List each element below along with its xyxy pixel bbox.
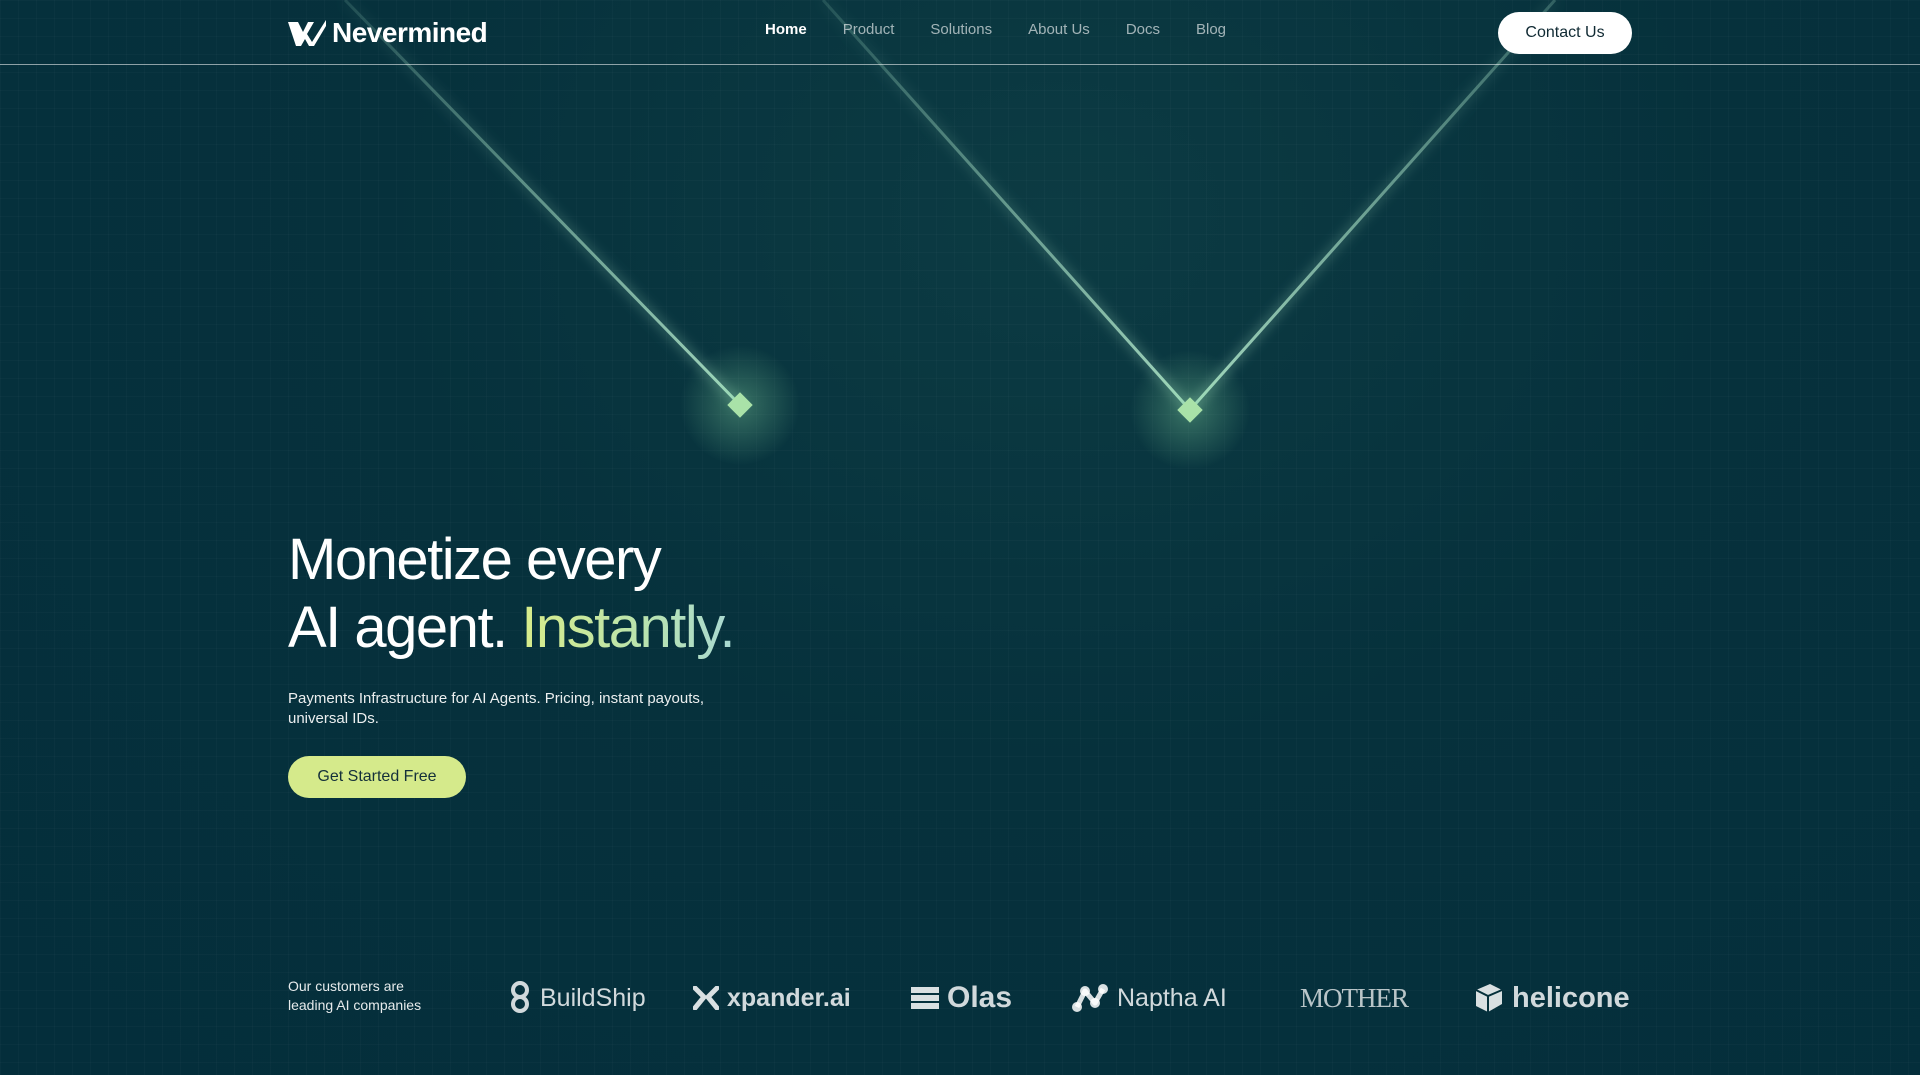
beam-glow bbox=[1130, 350, 1250, 470]
customer-name: BuildShip bbox=[540, 983, 646, 1012]
hero-title-line2: AI agent. bbox=[288, 595, 508, 660]
main-nav: Home Product Solutions About Us Docs Blo… bbox=[765, 21, 1226, 39]
brand-logo[interactable]: Nevermined bbox=[288, 17, 488, 48]
customer-logo-buildship: BuildShip bbox=[508, 978, 646, 1018]
customer-name: MOTHER bbox=[1300, 982, 1409, 1013]
beam-glow bbox=[680, 345, 800, 465]
nevermined-logo-icon bbox=[288, 20, 326, 46]
beam-diamond-node bbox=[727, 392, 753, 418]
brand-name: Nevermined bbox=[332, 17, 488, 48]
top-navbar: Nevermined Home Product Solutions About … bbox=[0, 0, 1920, 65]
page-bottom-edge bbox=[0, 1075, 1920, 1080]
customer-name: xpander.ai bbox=[727, 983, 851, 1012]
hero-subtitle: Payments Infrastructure for AI Agents. P… bbox=[288, 690, 705, 727]
get-started-button[interactable]: Get Started Free bbox=[288, 756, 466, 798]
nav-item-docs[interactable]: Docs bbox=[1126, 21, 1160, 38]
hero-title-accent: Instantly. bbox=[521, 595, 735, 660]
customer-name: helicone bbox=[1512, 981, 1630, 1014]
nav-item-about-us[interactable]: About Us bbox=[1028, 21, 1090, 38]
contact-us-button[interactable]: Contact Us bbox=[1498, 12, 1632, 54]
customer-logo-mother: MOTHER bbox=[1300, 978, 1409, 1018]
nav-item-home[interactable]: Home bbox=[765, 21, 807, 38]
customer-name: Naptha AI bbox=[1117, 983, 1227, 1012]
customer-name: Olas bbox=[947, 981, 1013, 1014]
xpander-logo-icon bbox=[693, 986, 719, 1010]
nav-item-product[interactable]: Product bbox=[843, 21, 895, 38]
beam-diamond-node bbox=[1177, 397, 1203, 423]
olas-logo-icon bbox=[911, 987, 939, 1009]
customer-logo-xpander: xpander.ai bbox=[693, 978, 851, 1018]
hero-title: Monetize every AI agent. Instantly. bbox=[288, 526, 736, 662]
nav-item-blog[interactable]: Blog bbox=[1196, 21, 1226, 38]
helicone-logo-icon bbox=[1475, 984, 1503, 1012]
buildship-logo-icon bbox=[511, 981, 529, 1013]
customer-logo-olas: Olas bbox=[911, 978, 1012, 1018]
hero-title-line1: Monetize every bbox=[288, 527, 662, 592]
customers-label: Our customers are leading AI companies bbox=[288, 978, 422, 1013]
naptha-logo-icon bbox=[1072, 984, 1108, 1012]
customer-logo-naptha: Naptha AI bbox=[1071, 978, 1227, 1018]
nav-item-solutions[interactable]: Solutions bbox=[930, 21, 992, 38]
landing-page: Nevermined Home Product Solutions About … bbox=[0, 0, 1920, 1075]
customer-logo-helicone: helicone bbox=[1472, 978, 1630, 1018]
